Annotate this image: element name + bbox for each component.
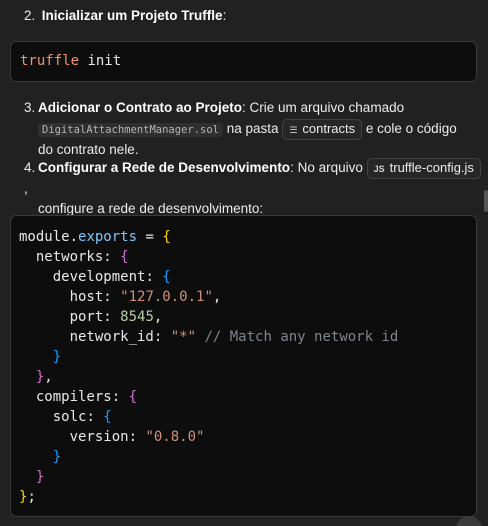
chat-response: 2. Inicializar um Projeto Truffle: truff… [0,0,488,526]
js-file-icon: JS [373,164,385,174]
code-content: module.exports = { networks: { developme… [19,227,476,507]
step-text: , [24,181,28,196]
code-token: } [35,469,45,485]
step-3: 3. Adicionar o Contrato ao Projeto: Crie … [24,98,457,160]
code-token: { [128,389,138,405]
code-token: : [103,309,121,325]
code-token: { [162,229,171,245]
inline-code-filename: DigitalAttachmentManager.sol [38,123,224,137]
scrollbar[interactable] [484,190,488,212]
code-token: ; [27,489,36,505]
code-token: { [162,269,171,285]
code-token: : [145,269,163,285]
step-2: 2. Inicializar um Projeto Truffle: [24,6,226,26]
code-token: : [103,289,121,305]
code-token: network_id [69,329,154,345]
code-token: "*" [170,329,197,345]
scroll-down-button[interactable] [456,516,482,526]
chip-label: contracts [302,121,356,136]
step-text: e cole o código [362,121,457,136]
code-token: { [103,409,112,425]
step-text: : [222,8,227,23]
file-chip[interactable]: JS truffle-config.js [366,158,481,179]
step-title: Inicializar um Projeto Truffle [41,8,223,23]
step-title: Adicionar o Contrato ao Projeto [38,100,243,115]
step-title: Configurar a Rede de Desenvolvimento [38,160,291,175]
code-token: init [79,53,122,69]
code-token: module [19,229,70,245]
code-token: : [153,329,171,345]
code-token: } [52,349,62,365]
code-content: truffle init [20,53,476,69]
code-token: { [120,249,129,265]
code-token: , [153,309,163,325]
chip-label: truffle-config.js [389,160,474,175]
folder-chip[interactable]: ☰ contracts [282,119,363,140]
step-number: 2. [24,8,36,23]
code-token: , [212,289,222,305]
step-number: 3. [24,100,36,115]
step-text: : Crie um arquivo chamado [242,100,405,115]
code-token: } [52,449,62,465]
code-token: port [69,309,104,325]
code-token: , [44,369,53,385]
code-token: networks [35,249,104,265]
code-token: host [69,289,104,305]
folder-lines-icon: ☰ [289,125,298,135]
code-block-config[interactable]: module.exports = { networks: { developme… [10,215,477,517]
code-token: version [69,429,129,445]
step-number: 4. [24,160,36,175]
code-token: = [137,229,163,245]
step-4: 4. Configurar a Rede de Desenvolvimento: … [24,158,488,219]
code-token: : [128,429,146,445]
code-token: . [69,229,79,245]
step-text: : No arquivo [290,160,367,175]
code-comment: // Match any network id [196,329,399,345]
code-token: compilers [35,389,112,405]
code-block-init[interactable]: truffle init [10,41,477,82]
code-token: "127.0.0.1" [120,289,213,305]
code-token: exports [78,229,138,245]
code-token: "0.8.0" [145,429,205,445]
step-text: na pasta [223,121,283,136]
code-token: truffle [20,53,80,69]
step-text: do contrato nele. [38,142,139,157]
code-token: solc [52,409,87,425]
code-token: development [52,269,146,285]
code-token: 8545 [120,309,154,325]
code-token: : [103,249,121,265]
code-token: : [111,389,129,405]
code-token: : [86,409,104,425]
